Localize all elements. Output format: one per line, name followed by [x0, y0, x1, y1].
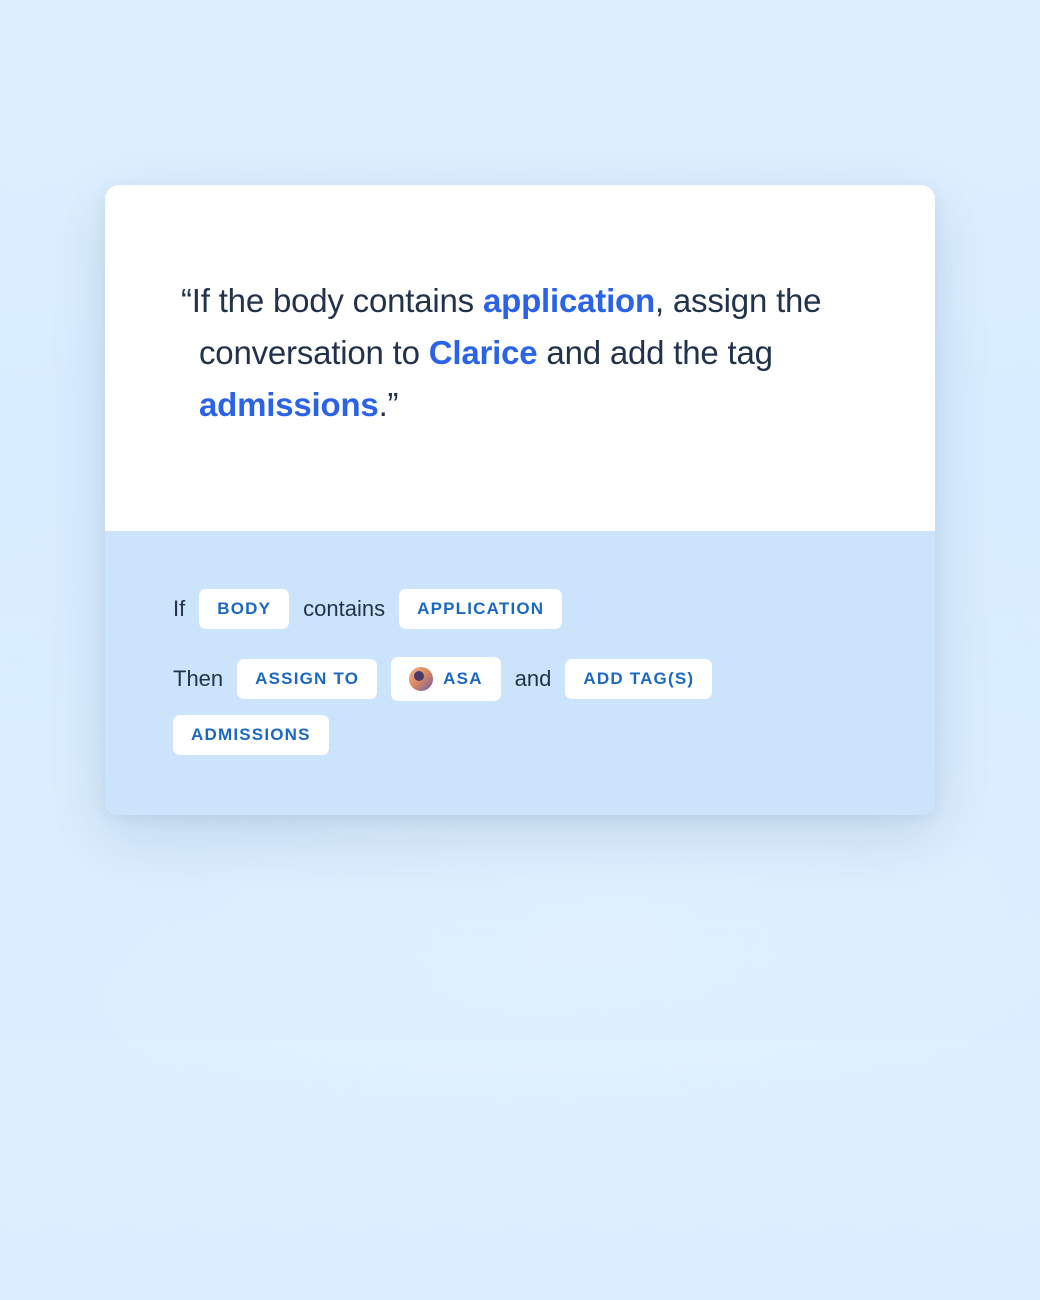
rule-description-quote: “If the body contains application, assig… [177, 275, 863, 431]
and-label: and [515, 666, 552, 692]
quote-text-1: If the body contains [192, 282, 483, 319]
rule-builder-section: If BODY contains APPLICATION Then ASSIGN… [105, 531, 935, 815]
avatar-icon [409, 667, 433, 691]
tag-value-chip[interactable]: ADMISSIONS [173, 715, 329, 755]
contains-label: contains [303, 596, 385, 622]
assignee-chip[interactable]: ASA [391, 657, 501, 701]
open-quote: “ [181, 282, 192, 319]
highlight-assignee: Clarice [429, 334, 538, 371]
close-quote: ” [388, 386, 399, 423]
condition-value-chip[interactable]: APPLICATION [399, 589, 562, 629]
quote-text-3: and add the tag [537, 334, 772, 371]
then-label: Then [173, 666, 223, 692]
add-tag-action-chip[interactable]: ADD TAG(S) [565, 659, 712, 699]
quote-text-4: . [379, 386, 388, 423]
if-condition-row: If BODY contains APPLICATION [173, 589, 867, 629]
quote-section: “If the body contains application, assig… [105, 185, 935, 531]
assignee-name: ASA [443, 669, 483, 689]
assign-action-chip[interactable]: ASSIGN TO [237, 659, 377, 699]
highlight-application: application [483, 282, 655, 319]
highlight-tag: admissions [199, 386, 379, 423]
if-label: If [173, 596, 185, 622]
condition-field-chip[interactable]: BODY [199, 589, 289, 629]
rule-card: “If the body contains application, assig… [105, 185, 935, 815]
then-action-row: Then ASSIGN TO ASA and ADD TAG(S) ADMISS… [173, 657, 867, 755]
